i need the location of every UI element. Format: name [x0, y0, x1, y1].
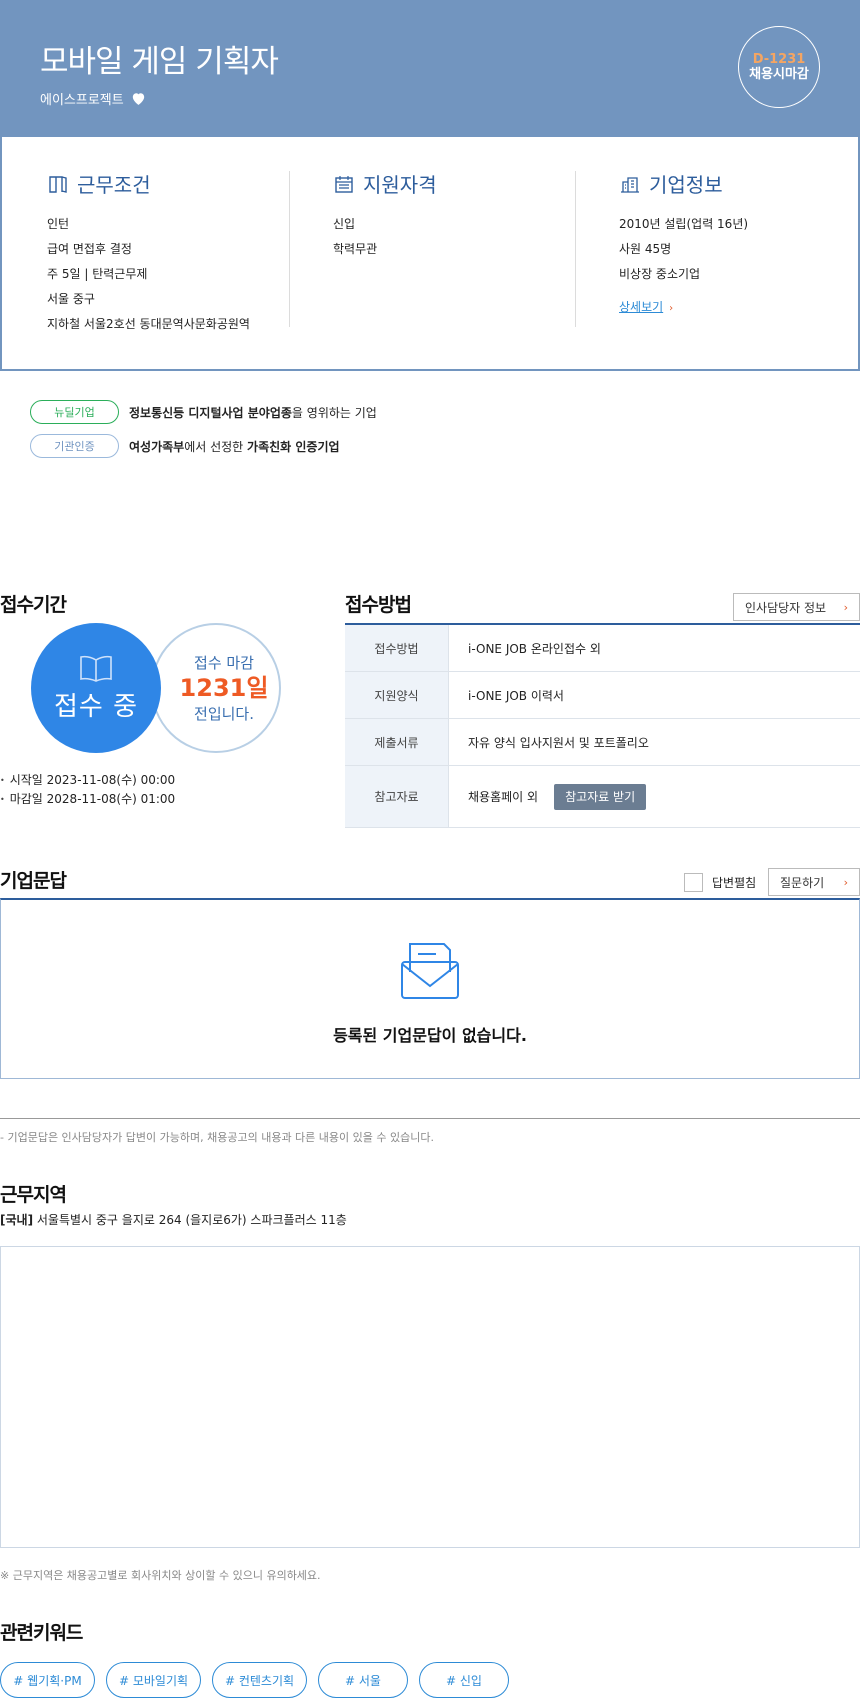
keyword-tag[interactable]: # 신입	[419, 1662, 509, 1698]
keyword-tag[interactable]: # 모바일기획	[106, 1662, 201, 1698]
keyword-tag[interactable]: # 컨텐츠기획	[212, 1662, 307, 1698]
table-row: 접수방법 i-ONE JOB 온라인접수 외	[345, 625, 860, 672]
location-address: [국내] 서울특별시 중구 을지로 264 (을지로6가) 스파크플러스 11층	[0, 1211, 347, 1228]
condition-item: 서울 중구	[47, 292, 95, 306]
chevron-right-icon: ›	[843, 600, 848, 614]
table-row: 제출서류 자유 양식 입사지원서 및 포트폴리오	[345, 719, 860, 766]
conditions-heading: 근무조건	[47, 169, 250, 198]
end-date: 마감일 2028-11-08(수) 01:00	[0, 790, 175, 809]
keyword-list: # 웹기획·PM # 모바일기획 # 컨텐츠기획 # 서울 # 신입	[0, 1662, 509, 1698]
location-tag: [국내]	[0, 1213, 34, 1227]
method-table: 접수방법 i-ONE JOB 온라인접수 외 지원양식 i-ONE JOB 이력…	[345, 623, 860, 828]
keywords-title: 관련키워드	[0, 1622, 83, 1644]
period-dates: 시작일 2023-11-08(수) 00:00 마감일 2028-11-08(수…	[0, 771, 175, 809]
row-value: 자유 양식 입사지원서 및 포트폴리오	[468, 735, 649, 750]
download-reference-button[interactable]: 참고자료 받기	[554, 783, 647, 810]
dday-count: D-1231	[752, 52, 806, 67]
hr-info-label: 인사담당자 정보	[745, 600, 827, 615]
dday-badge: D-1231 채용시마감	[738, 26, 820, 108]
expand-answers-label[interactable]: 답변펼침	[712, 874, 756, 891]
period-title: 접수기간	[0, 594, 67, 616]
open-book-icon	[80, 655, 112, 682]
qualifications-title: 지원자격	[363, 173, 437, 197]
row-value: i-ONE JOB 온라인접수 외	[468, 641, 601, 656]
badge-row-newdeal: 뉴딜기업 정보통신등 디지털사업 분야업종을 영위하는 기업	[30, 400, 377, 424]
job-header: 모바일 게임 기획자 에이스프로젝트 D-1231 채용시마감	[0, 0, 860, 137]
row-value: i-ONE JOB 이력서	[468, 688, 564, 703]
condition-item: 주 5일 | 탄력근무제	[47, 267, 148, 281]
chevron-right-icon: ›	[669, 303, 674, 314]
address-text: 서울특별시 중구 을지로 264 (을지로6가) 스파크플러스 11층	[33, 1213, 347, 1227]
row-label: 참고자료	[345, 766, 449, 827]
map-area[interactable]	[0, 1246, 860, 1548]
qualification-item: 학력무관	[333, 242, 378, 256]
row-label: 지원양식	[345, 672, 449, 718]
badge-description: 여성가족부에서 선정한 가족친화 인증기업	[129, 439, 340, 454]
envelope-icon	[401, 943, 459, 999]
qa-empty-message: 등록된 기업문답이 없습니다.	[333, 1026, 527, 1045]
qa-empty-box: 등록된 기업문답이 없습니다.	[0, 898, 860, 1079]
company-info-heading: 기업정보	[619, 169, 748, 198]
status-circle: 접수 중	[31, 623, 161, 753]
row-value-cell: 채용홈페이 외 참고자료 받기	[449, 766, 860, 827]
job-title: 모바일 게임 기획자	[40, 44, 279, 80]
hr-info-button[interactable]: 인사담당자 정보 ›	[733, 593, 860, 621]
keyword-tag[interactable]: # 서울	[318, 1662, 408, 1698]
status-text: 접수 중	[53, 691, 139, 722]
condition-item: 지하철 서울2호선 동대문역사문화공원역	[47, 317, 250, 331]
conditions-column: 근무조건 인턴 급여 면접후 결정 주 5일 | 탄력근무제 서울 중구 지하철…	[47, 169, 250, 337]
company-row: 에이스프로젝트	[40, 89, 147, 108]
qualification-item: 신입	[333, 217, 356, 231]
row-label: 접수방법	[345, 625, 449, 671]
row-value: 채용홈페이 외	[468, 790, 539, 804]
start-date: 시작일 2023-11-08(수) 00:00	[0, 771, 175, 790]
column-divider	[289, 171, 290, 327]
ask-question-label: 질문하기	[780, 875, 825, 890]
deadline-line3: 전입니다.	[194, 705, 254, 723]
newdeal-badge: 뉴딜기업	[30, 400, 119, 424]
certified-badge: 기관인증	[30, 434, 119, 458]
qualifications-column: 지원자격 신입 학력무관	[333, 169, 437, 262]
heart-icon[interactable]	[130, 90, 147, 107]
building-icon	[621, 176, 639, 193]
book-icon	[49, 175, 67, 193]
deadline-days: 1231일	[179, 674, 269, 702]
expand-answers-checkbox[interactable]	[684, 873, 703, 892]
location-title: 근무지역	[0, 1184, 67, 1206]
company-info-title: 기업정보	[649, 173, 723, 197]
row-label: 제출서류	[345, 719, 449, 765]
table-row: 지원양식 i-ONE JOB 이력서	[345, 672, 860, 719]
deadline-line1: 접수 마감	[194, 654, 254, 672]
badge-description: 정보통신등 디지털사업 분야업종을 영위하는 기업	[129, 405, 377, 420]
qualifications-heading: 지원자격	[333, 169, 437, 198]
condition-item: 인턴	[47, 217, 70, 231]
condition-item: 급여 면접후 결정	[47, 242, 132, 256]
keyword-tag[interactable]: # 웹기획·PM	[0, 1662, 95, 1698]
company-info-item: 2010년 설립(업력 16년)	[619, 217, 749, 231]
chevron-right-icon: ›	[843, 875, 848, 889]
company-info-column: 기업정보 2010년 설립(업력 16년) 사원 45명 비상장 중소기업 상세…	[619, 169, 748, 315]
ask-question-button[interactable]: 질문하기 ›	[768, 868, 860, 896]
deadline-circle: 접수 마감 1231일 전입니다.	[151, 623, 281, 753]
column-divider	[575, 171, 576, 327]
company-detail-link[interactable]: 상세보기 ›	[619, 298, 673, 315]
qa-title: 기업문답	[0, 870, 67, 892]
divider	[0, 1118, 860, 1119]
badge-row-certified: 기관인증 여성가족부에서 선정한 가족친화 인증기업	[30, 434, 340, 458]
company-detail-label: 상세보기	[619, 300, 664, 314]
conditions-title: 근무조건	[77, 173, 151, 197]
calendar-icon	[335, 175, 353, 193]
qa-note: - 기업문답은 인사담당자가 답변이 가능하며, 채용공고의 내용과 다른 내용…	[0, 1131, 434, 1144]
company-info-item: 비상장 중소기업	[619, 267, 701, 281]
company-info-item: 사원 45명	[619, 242, 672, 256]
location-note: ※ 근무지역은 채용공고별로 회사위치와 상이할 수 있으니 유의하세요.	[0, 1569, 321, 1582]
company-name[interactable]: 에이스프로젝트	[40, 89, 124, 108]
method-title: 접수방법	[345, 594, 412, 616]
summary-box: 근무조건 인턴 급여 면접후 결정 주 5일 | 탄력근무제 서울 중구 지하철…	[0, 137, 860, 371]
close-type: 채용시마감	[749, 67, 809, 82]
table-row: 참고자료 채용홈페이 외 참고자료 받기	[345, 766, 860, 828]
